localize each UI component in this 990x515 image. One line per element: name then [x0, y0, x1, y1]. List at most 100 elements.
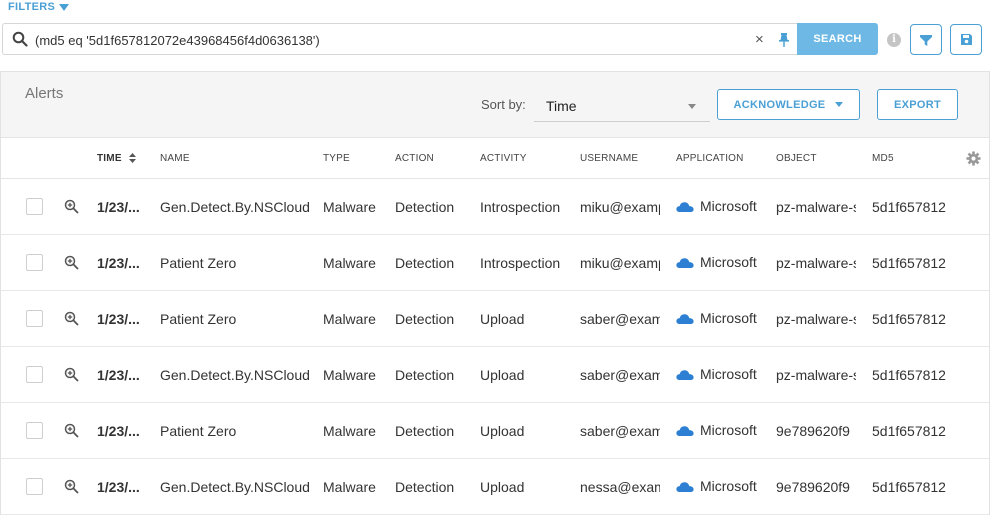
cell-object: 9e789620f9 [776, 423, 850, 439]
search-input[interactable] [35, 30, 735, 50]
info-icon[interactable]: i [887, 33, 901, 47]
cell-action: Detection [395, 311, 455, 327]
cell-name: Patient Zero [160, 311, 237, 327]
sort-select[interactable]: Time [534, 89, 710, 122]
cell-application: Microsoft [676, 366, 768, 382]
column-header-activity[interactable]: ACTIVITY [480, 153, 527, 164]
cell-action: Detection [395, 255, 455, 271]
panel-title: Alerts [25, 85, 64, 102]
cell-name: Patient Zero [160, 255, 237, 271]
filters-toggle[interactable]: FILTERS [8, 1, 70, 13]
cloud-icon [676, 481, 694, 492]
cloud-icon [676, 257, 694, 268]
column-label: TIME [97, 153, 122, 164]
column-header-object[interactable]: OBJECT [776, 153, 817, 164]
row-checkbox[interactable] [26, 310, 43, 327]
column-header-action[interactable]: ACTION [395, 153, 434, 164]
cell-activity: Upload [480, 423, 525, 439]
zoom-in-icon[interactable] [64, 255, 79, 270]
cell-activity: Upload [480, 479, 525, 495]
cell-type: Malware [323, 311, 376, 327]
cloud-icon [676, 369, 694, 380]
cell-username: saber@exam [580, 423, 660, 439]
cell-username: miku@examp [580, 255, 660, 271]
table-row[interactable]: 1/23/... Patient Zero Malware Detection … [1, 235, 989, 291]
cell-object: pz-malware-s [776, 199, 856, 215]
column-header-type[interactable]: TYPE [323, 153, 350, 164]
export-button[interactable]: EXPORT [877, 89, 958, 120]
cell-type: Malware [323, 367, 376, 383]
table-row[interactable]: 1/23/... Gen.Detect.By.NSCloud Malware D… [1, 459, 989, 515]
cell-action: Detection [395, 367, 455, 383]
zoom-in-icon[interactable] [64, 199, 79, 214]
zoom-in-icon[interactable] [64, 479, 79, 494]
row-checkbox[interactable] [26, 422, 43, 439]
column-header-username[interactable]: USERNAME [580, 153, 638, 164]
cell-action: Detection [395, 479, 455, 495]
cloud-icon [676, 425, 694, 436]
cell-time: 1/23/... [97, 367, 140, 383]
application-label: Microsoft [700, 366, 757, 382]
row-checkbox[interactable] [26, 366, 43, 383]
alerts-panel: Alerts Sort by: Time ACKNOWLEDGE EXPORT … [0, 71, 990, 515]
filters-label: FILTERS [8, 1, 56, 13]
gear-icon[interactable] [966, 151, 981, 166]
cell-activity: Upload [480, 367, 525, 383]
cell-activity: Introspection [480, 255, 561, 271]
row-checkbox[interactable] [26, 254, 43, 271]
cell-application: Microsoft [676, 254, 768, 270]
column-header-md5[interactable]: MD5 [872, 153, 894, 164]
search-button[interactable]: SEARCH [797, 23, 878, 55]
cell-object: 9e789620f9 [776, 479, 850, 495]
cell-time: 1/23/... [97, 479, 140, 495]
table-row[interactable]: 1/23/... Gen.Detect.By.NSCloud Malware D… [1, 347, 989, 403]
table-row[interactable]: 1/23/... Patient Zero Malware Detection … [1, 291, 989, 347]
cell-type: Malware [323, 255, 376, 271]
alerts-toolbar: Alerts Sort by: Time ACKNOWLEDGE EXPORT [1, 72, 989, 138]
sort-value: Time [546, 98, 577, 114]
cell-time: 1/23/... [97, 423, 140, 439]
cell-md5: 5d1f657812 [872, 367, 946, 383]
chevron-down-icon [688, 104, 696, 109]
cloud-icon [676, 201, 694, 212]
row-checkbox[interactable] [26, 478, 43, 495]
pin-icon[interactable] [777, 32, 791, 48]
cell-name: Gen.Detect.By.NSCloud [160, 199, 310, 215]
cell-action: Detection [395, 423, 455, 439]
zoom-in-icon[interactable] [64, 311, 79, 326]
zoom-in-icon[interactable] [64, 367, 79, 382]
table-row[interactable]: 1/23/... Gen.Detect.By.NSCloud Malware D… [1, 179, 989, 235]
save-button[interactable] [950, 24, 982, 55]
zoom-in-icon[interactable] [64, 423, 79, 438]
cell-activity: Upload [480, 311, 525, 327]
caret-down-icon [59, 3, 70, 11]
cell-action: Detection [395, 199, 455, 215]
save-icon [960, 34, 972, 45]
row-checkbox[interactable] [26, 198, 43, 215]
clear-icon[interactable]: × [755, 31, 764, 48]
cell-time: 1/23/... [97, 255, 140, 271]
cell-username: saber@exam [580, 367, 660, 383]
cell-type: Malware [323, 423, 376, 439]
cloud-icon [676, 313, 694, 324]
search-box: × [2, 23, 798, 55]
filter-button[interactable] [910, 24, 942, 55]
cell-application: Microsoft [676, 198, 768, 214]
table-header: TIME NAME TYPE ACTION ACTIVITY USERNAME … [1, 138, 989, 179]
sort-label: Sort by: [481, 97, 526, 112]
application-label: Microsoft [700, 478, 757, 494]
funnel-icon [920, 34, 932, 46]
application-label: Microsoft [700, 310, 757, 326]
cell-md5: 5d1f657812 [872, 479, 946, 495]
column-header-application[interactable]: APPLICATION [676, 153, 744, 164]
cell-object: pz-malware-s [776, 255, 856, 271]
application-label: Microsoft [700, 254, 757, 270]
cell-object: pz-malware-s [776, 311, 856, 327]
application-label: Microsoft [700, 422, 757, 438]
column-header-name[interactable]: NAME [160, 153, 190, 164]
cell-application: Microsoft [676, 422, 768, 438]
export-label: EXPORT [893, 98, 942, 111]
table-row[interactable]: 1/23/... Patient Zero Malware Detection … [1, 403, 989, 459]
acknowledge-button[interactable]: ACKNOWLEDGE [717, 89, 860, 120]
column-header-time[interactable]: TIME [97, 153, 136, 164]
